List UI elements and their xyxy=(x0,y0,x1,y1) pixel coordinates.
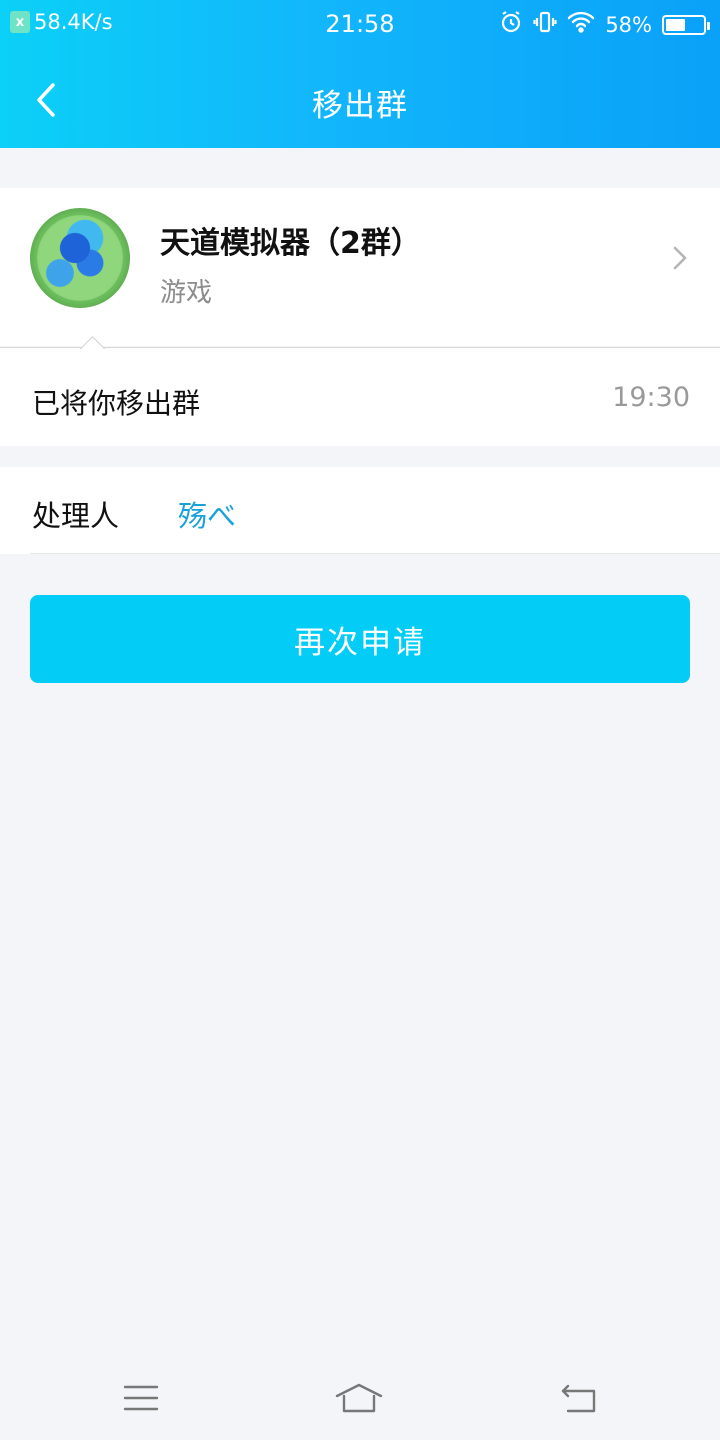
speech-notch xyxy=(80,335,106,349)
nav-back-button[interactable] xyxy=(554,1378,604,1418)
page-title: 移出群 xyxy=(312,88,408,124)
alarm-icon xyxy=(499,10,523,39)
group-name: 天道模拟器（2群） xyxy=(160,226,421,261)
nav-menu-button[interactable] xyxy=(116,1378,166,1418)
handler-label: 处理人 xyxy=(32,499,120,533)
wifi-icon xyxy=(567,11,595,38)
app-header: x 58.4K/s 21:58 58% 移出群 xyxy=(0,0,720,148)
battery-level xyxy=(666,18,686,31)
notice-time: 19:30 xyxy=(612,382,690,413)
nav-home-button[interactable] xyxy=(334,1378,384,1418)
title-row: 移出群 xyxy=(0,60,720,140)
group-category: 游戏 xyxy=(160,278,213,308)
handler-name-link[interactable]: 殇べ xyxy=(178,493,236,535)
chevron-right-icon xyxy=(673,246,687,270)
notice-row: 已将你移出群 19:30 xyxy=(0,347,720,446)
vibrate-icon xyxy=(533,10,557,39)
handler-row: 处理人 殇べ xyxy=(0,467,720,554)
group-avatar xyxy=(30,208,130,308)
battery-text: 58% xyxy=(605,12,652,37)
reapply-button[interactable]: 再次申请 xyxy=(30,595,690,683)
status-bar: x 58.4K/s 21:58 58% xyxy=(0,0,720,50)
menu-icon xyxy=(123,1385,159,1411)
back-icon xyxy=(561,1384,596,1413)
home-icon xyxy=(335,1383,383,1413)
system-nav-bar xyxy=(0,1350,720,1440)
status-right: 58% xyxy=(499,10,710,39)
group-card[interactable]: 天道模拟器（2群） 游戏 xyxy=(0,188,720,346)
battery-icon xyxy=(662,14,710,35)
notice-text: 已将你移出群 xyxy=(32,387,201,420)
